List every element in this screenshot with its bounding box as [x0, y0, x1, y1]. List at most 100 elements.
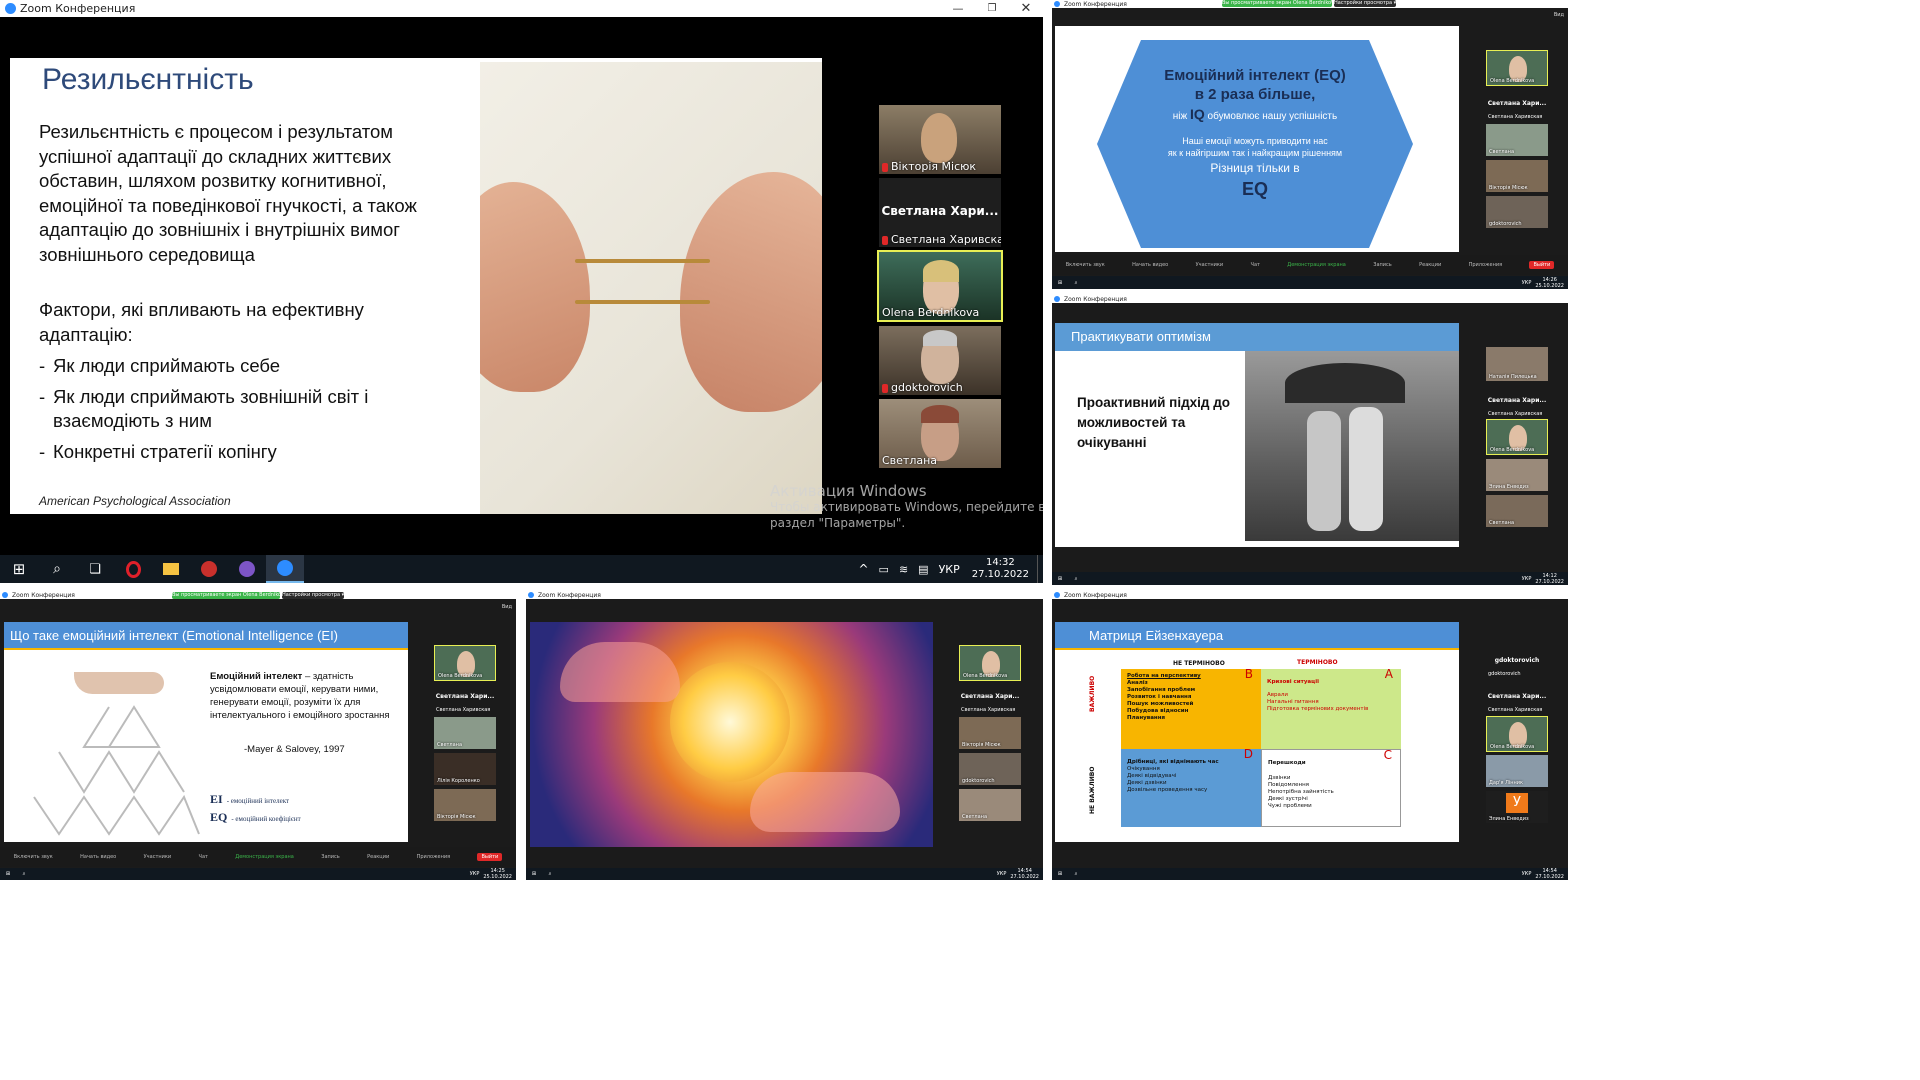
zoom-logo-icon — [1054, 296, 1060, 302]
bullet-item: - Як люди сприймають себе — [39, 355, 281, 376]
zoom-taskbar-icon[interactable] — [266, 555, 304, 583]
language-indicator[interactable]: УКР — [939, 563, 960, 576]
battery-icon[interactable]: ▭ — [879, 563, 889, 576]
ei-citation: -Mayer & Salovey, 1997 — [244, 744, 345, 755]
start-video-button[interactable]: Начать видео — [1132, 262, 1168, 268]
wifi-icon[interactable]: ≋ — [899, 563, 908, 576]
chat-button[interactable]: Чат — [1251, 262, 1260, 268]
app-icon[interactable] — [190, 555, 228, 583]
reactions-button[interactable]: Реакции — [1419, 262, 1441, 268]
participant-tile[interactable]: Светлана — [1486, 124, 1548, 156]
quadrant-c: C Перешкоди Дзвінки Повідомлення Непотрі… — [1261, 749, 1401, 827]
apps-button[interactable]: Приложения — [417, 854, 451, 860]
quadrant-b: B Робота на перспективу Аналіз Запобіган… — [1121, 668, 1261, 749]
chevron-up-icon[interactable]: ^ — [858, 562, 868, 576]
viber-icon[interactable] — [228, 555, 266, 583]
leave-button[interactable]: Выйти — [477, 853, 503, 861]
shared-slide: Резильєнтність Резильєнтність є процесом… — [10, 58, 822, 514]
view-options-button[interactable]: Настройки просмотра ▾ — [1334, 0, 1396, 7]
participant-tile[interactable]: gdoktorovich — [959, 753, 1021, 785]
slide-title: Практикувати оптимізм — [1055, 323, 1459, 351]
start-video-button[interactable]: Начать видео — [80, 854, 116, 860]
windows-start-icon[interactable]: ⊞ — [1052, 576, 1068, 582]
participant-tile[interactable]: Светлана Хари... Светлана Харивская — [879, 178, 1001, 247]
search-icon[interactable]: ⌕ — [542, 871, 558, 877]
muted-mic-icon — [882, 383, 888, 393]
windows-taskbar: ⊞ ⌕ УКР 14:26 25.10.2022 — [1052, 276, 1568, 289]
view-button[interactable]: Вид — [502, 604, 512, 610]
participant-tile[interactable]: Вікторія Місюк — [959, 717, 1021, 749]
reactions-button[interactable]: Реакции — [367, 854, 389, 860]
search-icon[interactable]: ⌕ — [16, 871, 32, 877]
participants-button[interactable]: Участники — [144, 854, 172, 860]
apps-button[interactable]: Приложения — [1469, 262, 1503, 268]
clock[interactable]: 14:54 27.10.2022 — [1535, 868, 1564, 880]
slide-title: Що таке емоційний інтелект (Emotional In… — [4, 622, 408, 650]
language-indicator[interactable]: УКР — [1522, 871, 1532, 877]
eisenhower-title-bar: Zoom Конференция — [1052, 591, 1568, 599]
participant-tile[interactable]: gdoktorovich — [1486, 196, 1548, 228]
participant-tile[interactable]: Дар'я Лінник — [1486, 755, 1548, 787]
minimize-button[interactable]: — — [941, 0, 975, 17]
participant-tile-active-speaker[interactable]: Olena Berdnikova — [877, 250, 1003, 322]
participant-tile[interactable]: Вікторія Місюк — [879, 105, 1001, 174]
slide-paragraph: Резильєнтність є процесом і результатом … — [39, 121, 417, 265]
search-icon[interactable]: ⌕ — [1068, 280, 1084, 286]
participant-tile[interactable]: Лілія Короленко — [434, 753, 496, 785]
share-screen-button[interactable]: Демонстрация экрана — [1287, 262, 1346, 268]
clock[interactable]: 14:54 27.10.2022 — [1010, 868, 1039, 880]
windows-start-icon[interactable]: ⊞ — [0, 871, 16, 877]
participant-tile[interactable]: Светлана — [434, 717, 496, 749]
notification-icon[interactable]: ▤ — [918, 563, 928, 576]
viewing-banner: Вы просматриваете экран Olena Berdnikova — [172, 592, 280, 599]
zoom-logo-icon — [5, 3, 16, 14]
participant-tile[interactable]: Светлана — [879, 399, 1001, 468]
unmute-button[interactable]: Включить звук — [14, 854, 53, 860]
language-indicator[interactable]: УКР — [1522, 280, 1532, 286]
participant-tile-active-speaker[interactable]: Olena Berdnikova — [959, 645, 1021, 681]
leave-button[interactable]: Выйти — [1529, 261, 1555, 269]
unmute-button[interactable]: Включить звук — [1066, 262, 1105, 268]
view-options-button[interactable]: Настройки просмотра ▾ — [282, 592, 344, 599]
participant-tile-active-speaker[interactable]: Olena Berdnikova — [1486, 50, 1548, 86]
search-icon[interactable]: ⌕ — [38, 555, 76, 583]
participant-tile-active-speaker[interactable]: Olena Berdnikova — [434, 645, 496, 681]
participant-tile[interactable]: gdoktorovich — [879, 326, 1001, 395]
participant-tile[interactable]: Элина Енведиз — [1486, 459, 1548, 491]
file-explorer-icon[interactable] — [152, 555, 190, 583]
opera-icon[interactable] — [114, 555, 152, 583]
search-icon[interactable]: ⌕ — [1068, 871, 1084, 877]
bullet-list: - Як люди сприймають себе - Як люди сприйм… — [39, 354, 469, 464]
participant-tile-active-speaker[interactable]: Olena Berdnikova — [1486, 716, 1548, 752]
windows-start-icon[interactable]: ⊞ — [0, 555, 38, 583]
participant-tile[interactable]: Светлана — [959, 789, 1021, 821]
clock[interactable]: 14:26 25.10.2022 — [1535, 277, 1564, 289]
participant-tile[interactable]: Наталія Пилецька — [1486, 347, 1548, 381]
record-button[interactable]: Запись — [1373, 262, 1391, 268]
participant-tile-active-speaker[interactable]: Olena Berdnikova — [1486, 419, 1548, 455]
participant-tile[interactable]: У Элина Енведиз — [1486, 791, 1548, 823]
restore-button[interactable]: ❐ — [975, 0, 1009, 17]
close-button[interactable]: ✕ — [1009, 0, 1043, 17]
windows-start-icon[interactable]: ⊞ — [1052, 280, 1068, 286]
participant-tile[interactable]: Вікторія Місюк — [1486, 160, 1548, 192]
view-button[interactable]: Вид — [1554, 12, 1564, 18]
clock[interactable]: 14:12 27.10.2022 — [1535, 573, 1564, 585]
task-view-icon[interactable]: ❏ — [76, 555, 114, 583]
participant-tile[interactable]: Вікторія Місюк — [434, 789, 496, 821]
language-indicator[interactable]: УКР — [1522, 576, 1532, 582]
language-indicator[interactable]: УКР — [997, 871, 1007, 877]
zoom-logo-icon — [2, 592, 8, 598]
clock[interactable]: 14:32 27.10.2022 — [972, 557, 1029, 581]
search-icon[interactable]: ⌕ — [1068, 576, 1084, 582]
participants-button[interactable]: Участники — [1196, 262, 1224, 268]
participant-tile[interactable]: Светлана — [1486, 495, 1548, 527]
language-indicator[interactable]: УКР — [470, 871, 480, 877]
eq-heading: Емоційний інтелект (EQ) — [1164, 67, 1346, 84]
windows-start-icon[interactable]: ⊞ — [526, 871, 542, 877]
record-button[interactable]: Запись — [321, 854, 339, 860]
windows-start-icon[interactable]: ⊞ — [1052, 871, 1068, 877]
chat-button[interactable]: Чат — [199, 854, 208, 860]
clock[interactable]: 14:25 25.10.2022 — [483, 868, 512, 880]
share-screen-button[interactable]: Демонстрация экрана — [235, 854, 294, 860]
